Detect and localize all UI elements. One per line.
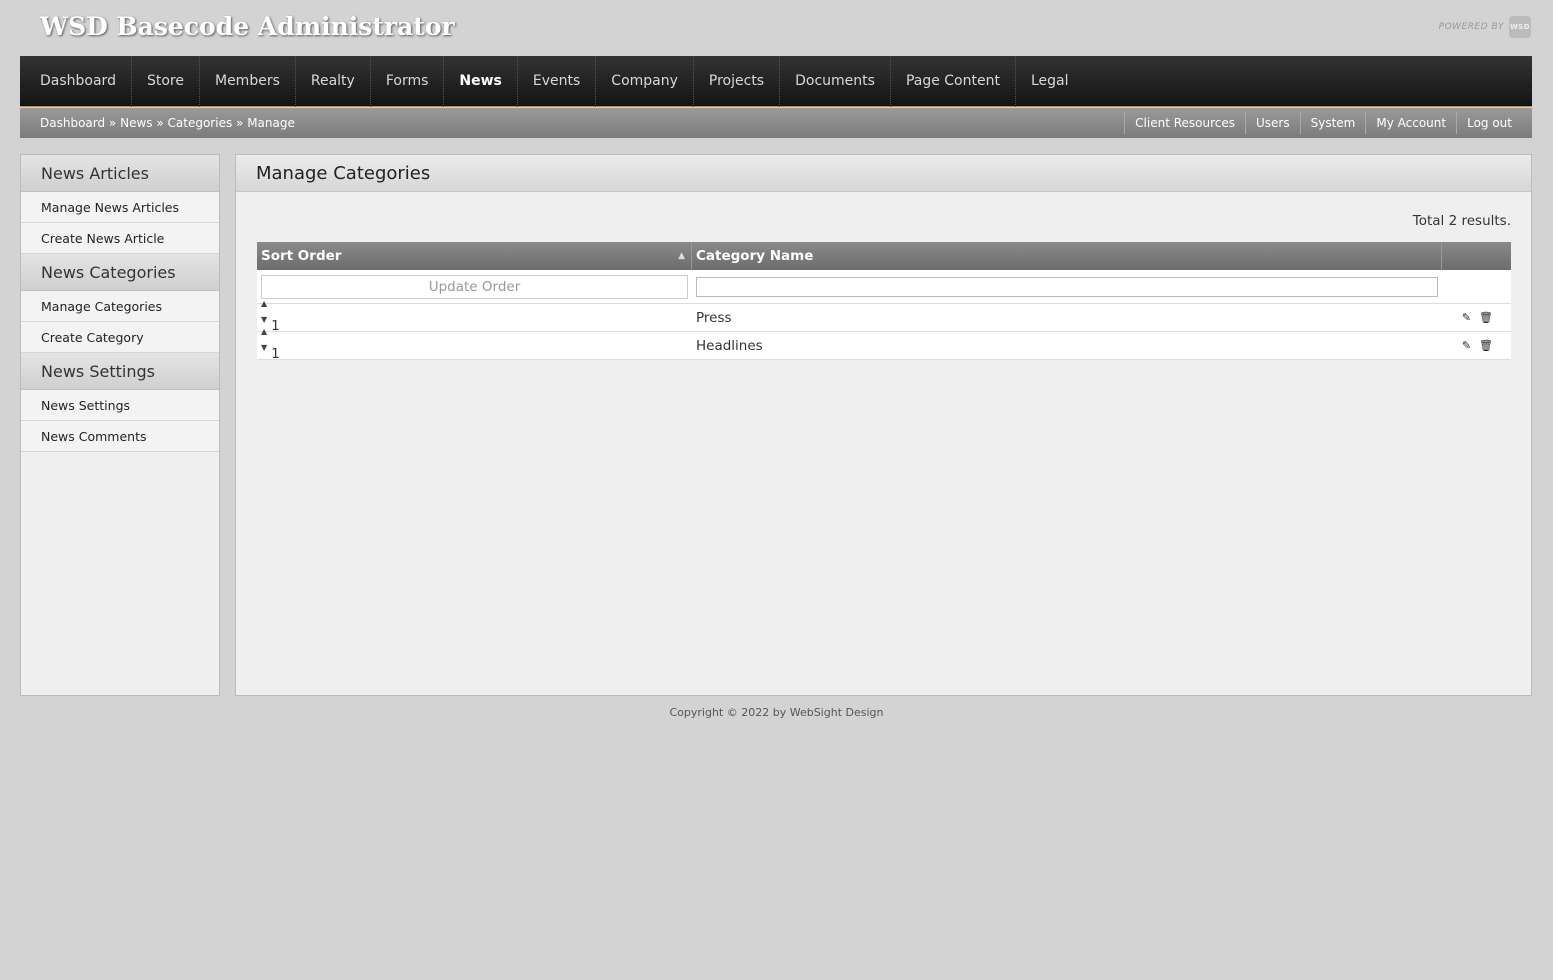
- table-header: Sort Order ▲ Category Name: [257, 242, 1511, 270]
- delete-trash-icon[interactable]: 🗑: [1479, 311, 1493, 324]
- actions-cell: ✎ 🗑: [1442, 311, 1511, 324]
- util-link-log-out[interactable]: Log out: [1456, 112, 1522, 134]
- edit-pencil-icon[interactable]: ✎: [1462, 339, 1471, 352]
- nav-item-events[interactable]: Events: [518, 55, 597, 107]
- sidebar-heading: News Categories: [21, 254, 219, 291]
- categories-table: Sort Order ▲ Category Name Update Order …: [257, 242, 1511, 362]
- breadcrumb-separator: »: [105, 116, 121, 130]
- table-row: ▲ ▼ 1 Press ✎ 🗑: [257, 299, 1511, 334]
- nav-item-news[interactable]: News: [444, 55, 518, 107]
- breadcrumb-separator: »: [232, 116, 248, 130]
- nav-item-projects[interactable]: Projects: [694, 55, 781, 107]
- category-name-filter-input[interactable]: [696, 276, 1438, 297]
- util-link-my-account[interactable]: My Account: [1365, 112, 1456, 134]
- wsd-logo-icon: WSD: [1509, 16, 1531, 38]
- nav-item-forms[interactable]: Forms: [371, 55, 445, 107]
- delete-trash-icon[interactable]: 🗑: [1479, 339, 1493, 352]
- total-results: Total 2 results.: [1412, 213, 1511, 229]
- nav-item-legal[interactable]: Legal: [1016, 56, 1084, 107]
- sidebar-heading: News Articles: [21, 155, 219, 192]
- breadcrumb-item[interactable]: News: [120, 116, 152, 130]
- update-order-button[interactable]: Update Order: [261, 274, 688, 299]
- content-panel: Manage Categories Total 2 results. Sort …: [235, 154, 1532, 696]
- filter-row: Update Order: [257, 270, 1511, 304]
- table-body: ▲ ▼ 1 Press ✎ 🗑 ▲ ▼ 1 Headlines ✎ 🗑: [257, 299, 1511, 362]
- sort-order-cell: ▲ ▼ 1: [257, 327, 692, 362]
- footer-copyright: Copyright © 2022 by WebSight Design: [669, 706, 884, 719]
- column-header-label: Category Name: [696, 248, 814, 264]
- column-header-sort-order[interactable]: Sort Order ▲: [257, 242, 692, 270]
- sub-bar: Dashboard » News » Categories » Manage C…: [20, 108, 1532, 138]
- drag-handle-icon[interactable]: ▲ ▼: [261, 299, 267, 324]
- sidebar-item-create-news-article[interactable]: Create News Article: [21, 223, 219, 254]
- nav-item-documents[interactable]: Documents: [780, 55, 891, 107]
- powered-by-text: POWERED BY: [1438, 22, 1504, 32]
- breadcrumb-separator: »: [152, 116, 168, 130]
- nav-item-page-content[interactable]: Page Content: [891, 55, 1016, 107]
- breadcrumb-item[interactable]: Categories: [168, 116, 233, 130]
- sidebar-item-news-comments[interactable]: News Comments: [21, 421, 219, 452]
- sidebar-item-manage-news-articles[interactable]: Manage News Articles: [21, 192, 219, 223]
- category-name-cell: Headlines: [696, 337, 763, 354]
- breadcrumb-item: Manage: [247, 116, 295, 130]
- column-header-category-name[interactable]: Category Name: [692, 242, 1442, 270]
- breadcrumb: Dashboard » News » Categories » Manage: [40, 116, 295, 130]
- nav-item-company[interactable]: Company: [596, 55, 694, 107]
- util-link-system[interactable]: System: [1299, 112, 1366, 134]
- sidebar-item-create-category[interactable]: Create Category: [21, 322, 219, 353]
- sort-order-value: 1: [271, 345, 280, 362]
- breadcrumb-item[interactable]: Dashboard: [40, 116, 105, 130]
- filter-cell: Update Order: [257, 274, 692, 299]
- column-header-label: Sort Order: [261, 248, 342, 264]
- nav-item-realty[interactable]: Realty: [296, 55, 371, 107]
- sort-ascending-icon: ▲: [678, 251, 685, 261]
- column-header-actions: [1442, 242, 1511, 270]
- sidebar-heading: News Settings: [21, 353, 219, 390]
- filter-cell: [692, 276, 1442, 297]
- util-link-users[interactable]: Users: [1245, 112, 1300, 134]
- utility-links: Client Resources Users System My Account Log…: [1124, 112, 1522, 134]
- actions-cell: ✎ 🗑: [1442, 339, 1511, 352]
- page-title: Manage Categories: [236, 155, 1531, 192]
- main-nav: Dashboard Store Members Realty Forms News Even…: [20, 55, 1532, 107]
- drag-handle-icon[interactable]: ▲ ▼: [261, 327, 267, 352]
- nav-item-members[interactable]: Members: [200, 55, 296, 107]
- nav-item-store[interactable]: Store: [132, 55, 200, 107]
- app-title: WSD Basecode Administrator: [40, 12, 455, 41]
- sidebar-item-news-settings[interactable]: News Settings: [21, 390, 219, 421]
- util-link-client-resources[interactable]: Client Resources: [1124, 112, 1245, 134]
- category-name-cell: Press: [696, 309, 732, 326]
- sidebar: News Articles Manage News Articles Create …: [20, 154, 220, 696]
- sidebar-item-manage-categories[interactable]: Manage Categories: [21, 291, 219, 322]
- edit-pencil-icon[interactable]: ✎: [1462, 311, 1471, 324]
- nav-item-dashboard[interactable]: Dashboard: [25, 55, 132, 107]
- table-row: ▲ ▼ 1 Headlines ✎ 🗑: [257, 327, 1511, 362]
- powered-by: POWERED BY WSD: [1439, 16, 1531, 38]
